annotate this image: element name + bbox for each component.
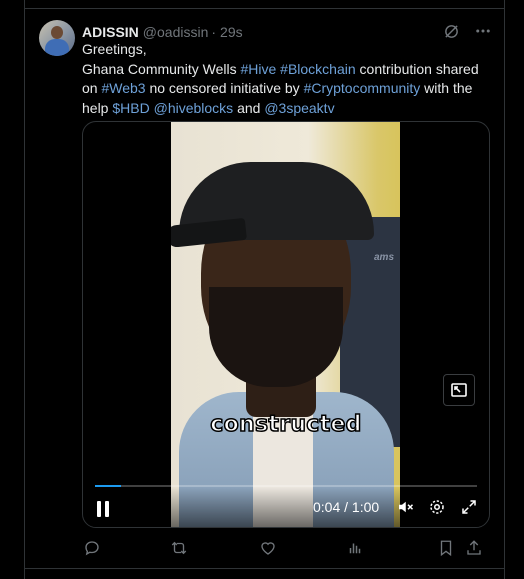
views-button[interactable] bbox=[345, 538, 365, 558]
progress-bar[interactable] bbox=[95, 485, 477, 487]
text-fragment: no censored initiative by bbox=[145, 80, 304, 96]
hashtag-hive[interactable]: #Hive bbox=[240, 61, 276, 77]
hashtag-cryptocommunity[interactable]: #Cryptocommunity bbox=[304, 80, 421, 96]
reply-icon bbox=[85, 541, 99, 556]
text-line-2: Ghana Community Wells #Hive #Blockchain … bbox=[82, 60, 492, 80]
text-fragment: contribution shared bbox=[355, 60, 479, 77]
video-player[interactable]: ams constructed 0:04 / 1:00 bbox=[82, 121, 490, 528]
text-fragment: and bbox=[233, 99, 265, 116]
beard bbox=[209, 287, 343, 387]
current-time: 0:04 bbox=[313, 499, 341, 515]
text-line-4: help $HBD @hiveblocks and @3speaktv bbox=[82, 99, 492, 119]
video-time: 0:04 / 1:00 bbox=[313, 499, 379, 515]
video-caption: constructed bbox=[210, 411, 363, 438]
text-fragment: with the bbox=[420, 80, 473, 96]
share-icon bbox=[467, 540, 481, 555]
text-line-3: on #Web3 no censored initiative by #Cryp… bbox=[82, 79, 492, 99]
mute-button[interactable] bbox=[395, 497, 415, 517]
gear-icon bbox=[430, 500, 444, 514]
action-bar bbox=[82, 538, 492, 558]
timestamp[interactable]: 29s bbox=[220, 24, 243, 40]
share-button[interactable] bbox=[464, 538, 484, 558]
text-line-1: Greetings, bbox=[82, 41, 147, 57]
expand-icon bbox=[462, 500, 476, 514]
cashtag-hbd[interactable]: $HBD bbox=[112, 100, 149, 116]
time-separator: / bbox=[340, 499, 352, 515]
retweet-button[interactable] bbox=[169, 538, 189, 558]
display-name[interactable]: ADISSIN bbox=[82, 24, 139, 40]
grok-icon[interactable] bbox=[443, 22, 460, 40]
like-button[interactable] bbox=[258, 538, 278, 558]
reply-button[interactable] bbox=[82, 538, 102, 558]
progress-fill bbox=[95, 485, 121, 487]
avatar[interactable] bbox=[39, 20, 75, 56]
tweet-header: ADISSIN @oadissin · 29s bbox=[82, 22, 492, 42]
hashtag-blockchain[interactable]: #Blockchain bbox=[280, 61, 356, 77]
duration: 1:00 bbox=[351, 499, 380, 515]
tweet-text: Greetings, Ghana Community Wells #Hive #… bbox=[82, 40, 492, 118]
hashtag-web3[interactable]: #Web3 bbox=[101, 80, 145, 96]
video-frame: ams bbox=[171, 122, 400, 527]
text-fragment: on bbox=[82, 80, 102, 96]
exit-fullscreen-button[interactable] bbox=[443, 374, 475, 406]
muted-speaker-icon bbox=[399, 501, 414, 513]
bookmark-button[interactable] bbox=[436, 538, 456, 558]
top-divider bbox=[25, 8, 504, 9]
text-fragment: Ghana Community Wells bbox=[82, 60, 241, 77]
settings-button[interactable] bbox=[427, 497, 447, 517]
more-icon[interactable] bbox=[474, 22, 492, 40]
pause-button[interactable] bbox=[96, 501, 110, 517]
user-handle[interactable]: @oadissin bbox=[143, 24, 209, 40]
bottom-divider bbox=[25, 568, 504, 569]
views-icon bbox=[349, 543, 361, 554]
retweet-icon bbox=[171, 541, 187, 555]
like-icon bbox=[261, 542, 275, 555]
mention-3speaktv[interactable]: @3speaktv bbox=[264, 100, 334, 116]
bookmark-icon bbox=[440, 540, 452, 557]
chair-logo-text: ams bbox=[373, 252, 394, 263]
pip-icon bbox=[451, 383, 467, 397]
mention-hiveblocks[interactable]: @hiveblocks bbox=[154, 100, 234, 116]
text-fragment: help bbox=[82, 99, 113, 116]
tweet-frame: ADISSIN @oadissin · 29s Greetings, Ghana… bbox=[24, 0, 505, 579]
fullscreen-button[interactable] bbox=[459, 497, 479, 517]
separator: · bbox=[211, 24, 217, 40]
